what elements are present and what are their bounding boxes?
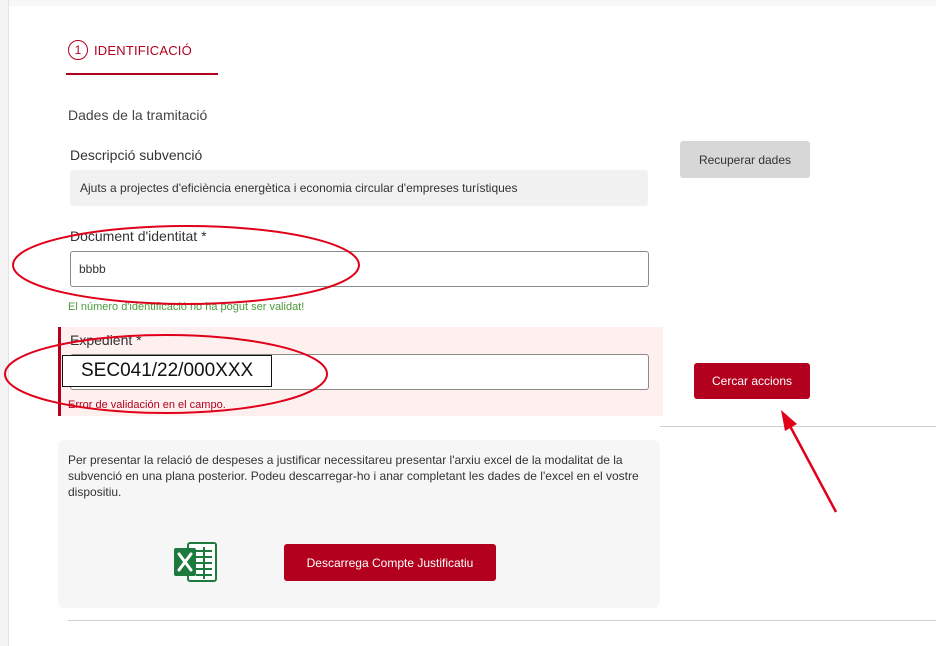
- section-title: Dades de la tramitació: [68, 107, 208, 123]
- step-label: IDENTIFICACIÓ: [94, 42, 192, 58]
- info-text: Per presentar la relació de despeses a j…: [68, 453, 639, 499]
- document-validation-message: El número d'identificació no ha pogut se…: [68, 301, 305, 313]
- step-number: 1: [68, 40, 88, 60]
- descarrega-compte-justificatiu-button[interactable]: Descarrega Compte Justificatiu: [284, 544, 496, 581]
- step-tab-identificacio[interactable]: 1 IDENTIFICACIÓ: [68, 40, 192, 60]
- annotation-arrow-shaft: [788, 425, 838, 513]
- descripcio-value: Ajuts a projectes d'eficiència energètic…: [70, 170, 648, 206]
- top-border: [8, 0, 936, 6]
- info-card: Per presentar la relació de despeses a j…: [58, 440, 660, 608]
- left-border: [0, 0, 9, 646]
- document-label: Document d'identitat *: [70, 228, 207, 244]
- excel-file-icon: [174, 542, 217, 582]
- step-active-indicator: [66, 73, 218, 75]
- cercar-accions-button[interactable]: Cercar accions: [694, 363, 810, 399]
- descripcio-label: Descripció subvenció: [70, 147, 203, 163]
- document-input[interactable]: [70, 251, 649, 287]
- recuperar-dades-button[interactable]: Recuperar dades: [680, 141, 810, 178]
- divider-bottom: [68, 620, 936, 621]
- expedient-error-message: Error de validación en el campo.: [68, 399, 226, 411]
- annotation-arrow-head: [781, 410, 797, 431]
- divider-right: [660, 426, 936, 427]
- expedient-overlay-value: SEC041/22/000XXX: [62, 355, 272, 387]
- expedient-label: Expedient *: [70, 332, 142, 348]
